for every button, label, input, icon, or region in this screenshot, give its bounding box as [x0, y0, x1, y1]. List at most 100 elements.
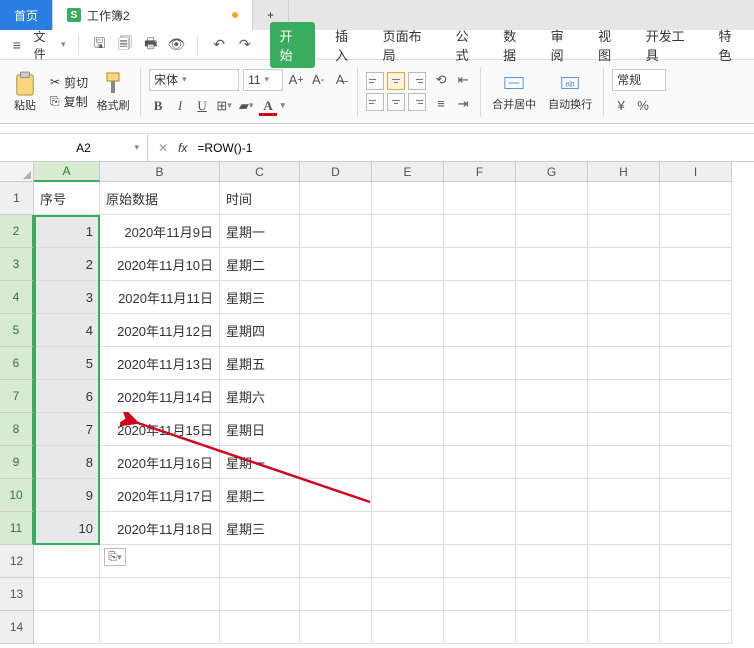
tab-data[interactable]: 数据: [501, 22, 531, 68]
cell[interactable]: [300, 248, 372, 281]
cell[interactable]: [220, 611, 300, 644]
underline-button[interactable]: U: [193, 97, 211, 115]
cell[interactable]: 2: [34, 248, 100, 281]
cell[interactable]: [34, 578, 100, 611]
cell[interactable]: 星期一: [220, 446, 300, 479]
cell[interactable]: [588, 281, 660, 314]
increase-font-icon[interactable]: A+: [287, 71, 305, 89]
cell[interactable]: [372, 281, 444, 314]
cell[interactable]: [588, 479, 660, 512]
cell[interactable]: [516, 215, 588, 248]
merge-center-button[interactable]: 合并居中: [489, 72, 539, 112]
cell[interactable]: [300, 380, 372, 413]
cell[interactable]: 星期二: [220, 479, 300, 512]
cell[interactable]: [588, 578, 660, 611]
cell[interactable]: 2020年11月14日: [100, 380, 220, 413]
cell[interactable]: [516, 578, 588, 611]
cell[interactable]: [444, 215, 516, 248]
increase-indent-button[interactable]: ⇥: [454, 95, 472, 113]
cell[interactable]: [516, 182, 588, 215]
cell[interactable]: 时间: [220, 182, 300, 215]
align-bottom-left[interactable]: [366, 93, 384, 111]
cell[interactable]: [300, 479, 372, 512]
cell[interactable]: [372, 380, 444, 413]
cell[interactable]: [444, 512, 516, 545]
fill-color-button[interactable]: ▰▾: [237, 97, 255, 115]
cell[interactable]: 5: [34, 347, 100, 380]
cell[interactable]: [220, 545, 300, 578]
tab-home[interactable]: 首页: [0, 0, 53, 30]
cell[interactable]: 8: [34, 446, 100, 479]
tab-formula[interactable]: 公式: [454, 22, 484, 68]
cell[interactable]: [660, 182, 732, 215]
cell[interactable]: [660, 248, 732, 281]
cell[interactable]: 9: [34, 479, 100, 512]
cell[interactable]: 2020年11月11日: [100, 281, 220, 314]
cell[interactable]: [588, 215, 660, 248]
cell[interactable]: 10: [34, 512, 100, 545]
cell[interactable]: [516, 314, 588, 347]
cell[interactable]: [300, 446, 372, 479]
cell[interactable]: 星期六: [220, 380, 300, 413]
cell[interactable]: [220, 578, 300, 611]
font-size-select[interactable]: 11▾: [243, 69, 283, 91]
cell[interactable]: [660, 611, 732, 644]
cell[interactable]: [516, 248, 588, 281]
row-header-9[interactable]: 9: [0, 446, 34, 479]
cell[interactable]: [372, 248, 444, 281]
cell[interactable]: [588, 380, 660, 413]
cell[interactable]: [34, 545, 100, 578]
cell[interactable]: [444, 545, 516, 578]
cell[interactable]: [300, 281, 372, 314]
cell[interactable]: [516, 545, 588, 578]
cell[interactable]: [444, 380, 516, 413]
cell[interactable]: [588, 611, 660, 644]
decrease-font-icon[interactable]: A-: [309, 71, 327, 89]
cell[interactable]: 星期三: [220, 512, 300, 545]
cell[interactable]: [660, 578, 732, 611]
cell[interactable]: [660, 413, 732, 446]
cell[interactable]: [660, 347, 732, 380]
tab-workbook[interactable]: S 工作簿2: [53, 0, 253, 30]
save-as-icon[interactable]: 🗐: [116, 36, 134, 54]
cell[interactable]: [588, 446, 660, 479]
cell[interactable]: [300, 413, 372, 446]
cell[interactable]: [516, 413, 588, 446]
cell[interactable]: 2020年11月16日: [100, 446, 220, 479]
col-header-H[interactable]: H: [588, 162, 660, 182]
save-icon[interactable]: 🖫: [91, 36, 109, 54]
cell[interactable]: [372, 347, 444, 380]
cell[interactable]: [444, 479, 516, 512]
align-top-center[interactable]: [387, 72, 405, 90]
percent-button[interactable]: %: [634, 97, 652, 115]
col-header-F[interactable]: F: [444, 162, 516, 182]
cell[interactable]: [444, 611, 516, 644]
cell[interactable]: 2020年11月15日: [100, 413, 220, 446]
cell[interactable]: [516, 380, 588, 413]
paste-button[interactable]: 粘贴: [6, 71, 44, 113]
row-header-3[interactable]: 3: [0, 248, 34, 281]
name-box[interactable]: ▾: [0, 134, 148, 161]
cell[interactable]: [516, 479, 588, 512]
row-header-5[interactable]: 5: [0, 314, 34, 347]
row-header-10[interactable]: 10: [0, 479, 34, 512]
chevron-down-icon[interactable]: ▾: [134, 142, 139, 153]
format-painter-button[interactable]: 格式刷: [94, 71, 132, 113]
row-header-7[interactable]: 7: [0, 380, 34, 413]
cell[interactable]: 2020年11月12日: [100, 314, 220, 347]
row-header-8[interactable]: 8: [0, 413, 34, 446]
cell[interactable]: [444, 248, 516, 281]
cell[interactable]: [372, 413, 444, 446]
cell[interactable]: [516, 611, 588, 644]
tab-start[interactable]: 开始: [270, 22, 316, 68]
align-bottom-center[interactable]: [387, 93, 405, 111]
menu-icon[interactable]: ≡: [8, 36, 26, 54]
cell[interactable]: [372, 545, 444, 578]
tab-insert[interactable]: 插入: [333, 22, 363, 68]
col-header-I[interactable]: I: [660, 162, 732, 182]
col-header-E[interactable]: E: [372, 162, 444, 182]
bold-button[interactable]: B: [149, 97, 167, 115]
align-top-right[interactable]: [408, 72, 426, 90]
cell[interactable]: [372, 182, 444, 215]
cell[interactable]: [660, 314, 732, 347]
